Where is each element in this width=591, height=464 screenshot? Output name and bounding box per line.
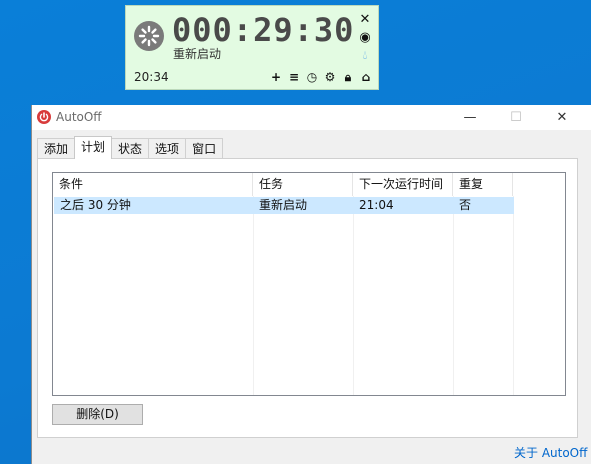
table-row[interactable]: 之后 30 分钟 重新启动 21:04 否 <box>54 197 514 214</box>
about-link[interactable]: 关于 AutoOff <box>514 444 587 461</box>
widget-task-label: 重新启动 <box>173 47 222 61</box>
delete-button[interactable]: 删除(D) <box>52 404 143 425</box>
clock-icon[interactable]: ◷ <box>306 70 318 84</box>
schedule-list[interactable]: 条件 任务 下一次运行时间 重复 之后 30 分钟 重新启动 21:04 否 <box>52 172 566 396</box>
countdown-display: 000:29:30 <box>172 11 355 49</box>
list-header: 条件 任务 下一次运行时间 重复 <box>53 173 565 196</box>
widget-side-icons: ✕ ◉ 💧︎ <box>358 12 372 63</box>
row-task: 重新启动 <box>259 198 308 212</box>
tab-options[interactable]: 选项 <box>148 138 187 158</box>
tab-status[interactable]: 状态 <box>111 138 150 158</box>
title-bar[interactable]: AutoOff — ☐ ✕ <box>32 105 591 130</box>
close-button[interactable]: ✕ <box>539 105 585 130</box>
autooff-window: AutoOff — ☐ ✕ 添加 计划 状态 选项 窗口 条件 任务 下一次运行… <box>31 105 591 464</box>
row-next-run: 21:04 <box>359 198 394 212</box>
home-icon[interactable]: ⌂ <box>360 70 372 84</box>
menu-icon[interactable]: ≡ <box>288 70 300 84</box>
tab-add[interactable]: 添加 <box>37 138 76 158</box>
widget-clock: 20:34 <box>134 70 169 84</box>
eye-icon[interactable]: ◉ <box>359 30 370 45</box>
gear-icon[interactable]: ⚙ <box>324 70 336 84</box>
app-power-icon <box>37 110 51 124</box>
power-spinner-icon[interactable] <box>134 21 164 51</box>
lock-icon[interactable]: 🔒︎ <box>342 70 354 84</box>
grid-line <box>253 196 254 395</box>
grid-line <box>353 196 354 395</box>
column-condition[interactable]: 条件 <box>53 173 253 196</box>
column-next-run[interactable]: 下一次运行时间 <box>353 173 453 196</box>
row-condition: 之后 30 分钟 <box>60 198 131 212</box>
minimize-button[interactable]: — <box>447 105 493 130</box>
column-repeat[interactable]: 重复 <box>453 173 513 196</box>
window-title: AutoOff <box>56 110 102 124</box>
drop-icon[interactable]: 💧︎ <box>363 48 368 63</box>
schedule-panel: 条件 任务 下一次运行时间 重复 之后 30 分钟 重新启动 21:04 否 删… <box>37 158 578 438</box>
add-icon[interactable]: + <box>270 70 282 84</box>
row-repeat: 否 <box>459 198 472 212</box>
widget-toolbar: + ≡ ◷ ⚙ 🔒︎ ⌂ <box>270 70 372 84</box>
tab-schedule[interactable]: 计划 <box>74 136 113 159</box>
timer-widget: 000:29:30 重新启动 20:34 ✕ ◉ 💧︎ + ≡ ◷ ⚙ 🔒︎ ⌂ <box>125 5 379 90</box>
grid-line <box>513 196 514 395</box>
tab-strip: 添加 计划 状态 选项 窗口 <box>37 136 224 159</box>
close-icon[interactable]: ✕ <box>360 12 371 27</box>
column-task[interactable]: 任务 <box>253 173 353 196</box>
tab-window[interactable]: 窗口 <box>185 138 224 158</box>
grid-line <box>453 196 454 395</box>
maximize-button[interactable]: ☐ <box>493 105 539 130</box>
